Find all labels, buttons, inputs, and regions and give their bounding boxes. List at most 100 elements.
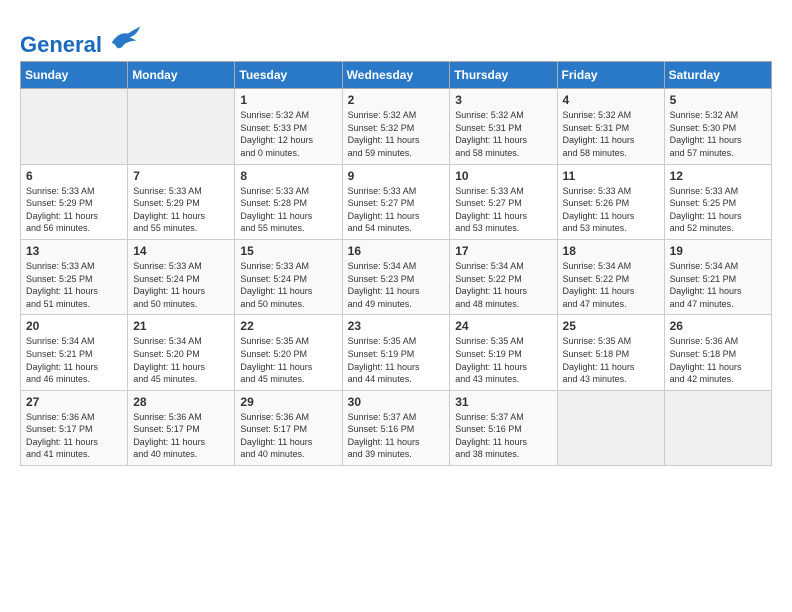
calendar-cell: 24 Sunrise: 5:35 AMSunset: 5:19 PMDayligh… — [450, 315, 557, 390]
calendar-cell: 8Sunrise: 5:33 AMSunset: 5:28 PMDaylight… — [235, 164, 342, 239]
day-number: 3 — [455, 93, 551, 107]
calendar-week-row: 13 Sunrise: 5:33 AMSunset: 5:25 PMDayligh… — [21, 239, 772, 314]
calendar-week-row: 1Sunrise: 5:32 AMSunset: 5:33 PMDaylight… — [21, 89, 772, 164]
calendar-week-row: 6 Sunrise: 5:33 AMSunset: 5:29 PMDaylight… — [21, 164, 772, 239]
calendar-header-row: SundayMondayTuesdayWednesdayThursdayFrid… — [21, 62, 772, 89]
day-info: Sunrise: 5:37 AMSunset: 5:16 PMDaylight:… — [455, 411, 551, 461]
day-info: Sunrise: 5:35 AMSunset: 5:19 PMDaylight:… — [455, 335, 551, 385]
day-number: 28 — [133, 395, 229, 409]
calendar-cell: 30Sunrise: 5:37 AMSunset: 5:16 PMDayligh… — [342, 390, 450, 465]
day-info: Sunrise: 5:33 AMSunset: 5:24 PMDaylight:… — [240, 260, 336, 310]
day-info: Sunrise: 5:34 AMSunset: 5:21 PMDaylight:… — [26, 335, 122, 385]
day-info: Sunrise: 5:32 AMSunset: 5:31 PMDaylight:… — [563, 109, 659, 159]
calendar-cell: 9 Sunrise: 5:33 AMSunset: 5:27 PMDaylight… — [342, 164, 450, 239]
day-info: Sunrise: 5:34 AMSunset: 5:22 PMDaylight:… — [563, 260, 659, 310]
day-info: Sunrise: 5:33 AMSunset: 5:24 PMDaylight:… — [133, 260, 229, 310]
day-number: 30 — [348, 395, 445, 409]
day-number: 20 — [26, 319, 122, 333]
calendar-cell: 17 Sunrise: 5:34 AMSunset: 5:22 PMDayligh… — [450, 239, 557, 314]
day-number: 31 — [455, 395, 551, 409]
calendar-cell: 4Sunrise: 5:32 AMSunset: 5:31 PMDaylight… — [557, 89, 664, 164]
day-info: Sunrise: 5:33 AMSunset: 5:25 PMDaylight:… — [26, 260, 122, 310]
calendar-cell: 10 Sunrise: 5:33 AMSunset: 5:27 PMDayligh… — [450, 164, 557, 239]
day-info: Sunrise: 5:34 AMSunset: 5:23 PMDaylight:… — [348, 260, 445, 310]
day-info: Sunrise: 5:36 AMSunset: 5:18 PMDaylight:… — [670, 335, 766, 385]
day-info: Sunrise: 5:32 AMSunset: 5:32 PMDaylight:… — [348, 109, 445, 159]
day-number: 6 — [26, 169, 122, 183]
day-number: 11 — [563, 169, 659, 183]
calendar-cell: 21 Sunrise: 5:34 AMSunset: 5:20 PMDayligh… — [128, 315, 235, 390]
day-number: 29 — [240, 395, 336, 409]
day-number: 24 — [455, 319, 551, 333]
header-wednesday: Wednesday — [342, 62, 450, 89]
day-info: Sunrise: 5:35 AMSunset: 5:20 PMDaylight:… — [240, 335, 336, 385]
day-number: 10 — [455, 169, 551, 183]
day-info: Sunrise: 5:33 AMSunset: 5:27 PMDaylight:… — [455, 185, 551, 235]
header-monday: Monday — [128, 62, 235, 89]
calendar-cell: 3 Sunrise: 5:32 AMSunset: 5:31 PMDaylight… — [450, 89, 557, 164]
calendar-cell: 31 Sunrise: 5:37 AMSunset: 5:16 PMDayligh… — [450, 390, 557, 465]
day-info: Sunrise: 5:33 AMSunset: 5:28 PMDaylight:… — [240, 185, 336, 235]
day-number: 13 — [26, 244, 122, 258]
header-friday: Friday — [557, 62, 664, 89]
day-info: Sunrise: 5:32 AMSunset: 5:31 PMDaylight:… — [455, 109, 551, 159]
day-number: 15 — [240, 244, 336, 258]
day-number: 19 — [670, 244, 766, 258]
day-number: 23 — [348, 319, 445, 333]
page-header: General — [20, 20, 772, 53]
header-sunday: Sunday — [21, 62, 128, 89]
calendar-cell: 18 Sunrise: 5:34 AMSunset: 5:22 PMDayligh… — [557, 239, 664, 314]
day-info: Sunrise: 5:33 AMSunset: 5:29 PMDaylight:… — [26, 185, 122, 235]
day-info: Sunrise: 5:35 AMSunset: 5:19 PMDaylight:… — [348, 335, 445, 385]
calendar-cell: 22 Sunrise: 5:35 AMSunset: 5:20 PMDayligh… — [235, 315, 342, 390]
day-number: 18 — [563, 244, 659, 258]
calendar-week-row: 20 Sunrise: 5:34 AMSunset: 5:21 PMDayligh… — [21, 315, 772, 390]
calendar-cell: 29 Sunrise: 5:36 AMSunset: 5:17 PMDayligh… — [235, 390, 342, 465]
header-saturday: Saturday — [664, 62, 771, 89]
day-info: Sunrise: 5:32 AMSunset: 5:30 PMDaylight:… — [670, 109, 766, 159]
day-info: Sunrise: 5:36 AMSunset: 5:17 PMDaylight:… — [240, 411, 336, 461]
day-info: Sunrise: 5:34 AMSunset: 5:21 PMDaylight:… — [670, 260, 766, 310]
day-number: 14 — [133, 244, 229, 258]
day-number: 5 — [670, 93, 766, 107]
logo: General — [20, 24, 142, 53]
logo-bird-icon — [110, 24, 142, 52]
calendar-cell: 19 Sunrise: 5:34 AMSunset: 5:21 PMDayligh… — [664, 239, 771, 314]
day-number: 22 — [240, 319, 336, 333]
calendar-cell: 28 Sunrise: 5:36 AMSunset: 5:17 PMDayligh… — [128, 390, 235, 465]
day-number: 26 — [670, 319, 766, 333]
calendar-cell: 23 Sunrise: 5:35 AMSunset: 5:19 PMDayligh… — [342, 315, 450, 390]
calendar-cell: 6 Sunrise: 5:33 AMSunset: 5:29 PMDaylight… — [21, 164, 128, 239]
header-thursday: Thursday — [450, 62, 557, 89]
day-info: Sunrise: 5:32 AMSunset: 5:33 PMDaylight:… — [240, 109, 336, 159]
calendar-cell: 13 Sunrise: 5:33 AMSunset: 5:25 PMDayligh… — [21, 239, 128, 314]
header-tuesday: Tuesday — [235, 62, 342, 89]
day-info: Sunrise: 5:34 AMSunset: 5:20 PMDaylight:… — [133, 335, 229, 385]
calendar-cell: 5 Sunrise: 5:32 AMSunset: 5:30 PMDaylight… — [664, 89, 771, 164]
day-number: 7 — [133, 169, 229, 183]
day-number: 17 — [455, 244, 551, 258]
calendar-cell: 1Sunrise: 5:32 AMSunset: 5:33 PMDaylight… — [235, 89, 342, 164]
day-number: 25 — [563, 319, 659, 333]
day-info: Sunrise: 5:33 AMSunset: 5:27 PMDaylight:… — [348, 185, 445, 235]
day-number: 9 — [348, 169, 445, 183]
calendar-cell — [664, 390, 771, 465]
calendar-cell: 27Sunrise: 5:36 AMSunset: 5:17 PMDayligh… — [21, 390, 128, 465]
day-number: 21 — [133, 319, 229, 333]
calendar-cell: 25Sunrise: 5:35 AMSunset: 5:18 PMDayligh… — [557, 315, 664, 390]
day-info: Sunrise: 5:34 AMSunset: 5:22 PMDaylight:… — [455, 260, 551, 310]
calendar-cell: 7 Sunrise: 5:33 AMSunset: 5:29 PMDaylight… — [128, 164, 235, 239]
calendar-cell: 14 Sunrise: 5:33 AMSunset: 5:24 PMDayligh… — [128, 239, 235, 314]
calendar-cell — [557, 390, 664, 465]
logo-text: General — [20, 24, 142, 57]
calendar-cell: 12Sunrise: 5:33 AMSunset: 5:25 PMDayligh… — [664, 164, 771, 239]
day-number: 27 — [26, 395, 122, 409]
day-info: Sunrise: 5:33 AMSunset: 5:29 PMDaylight:… — [133, 185, 229, 235]
calendar-cell: 15 Sunrise: 5:33 AMSunset: 5:24 PMDayligh… — [235, 239, 342, 314]
calendar-cell — [21, 89, 128, 164]
day-number: 2 — [348, 93, 445, 107]
calendar-cell: 26 Sunrise: 5:36 AMSunset: 5:18 PMDayligh… — [664, 315, 771, 390]
day-info: Sunrise: 5:33 AMSunset: 5:25 PMDaylight:… — [670, 185, 766, 235]
day-info: Sunrise: 5:36 AMSunset: 5:17 PMDaylight:… — [133, 411, 229, 461]
day-info: Sunrise: 5:33 AMSunset: 5:26 PMDaylight:… — [563, 185, 659, 235]
